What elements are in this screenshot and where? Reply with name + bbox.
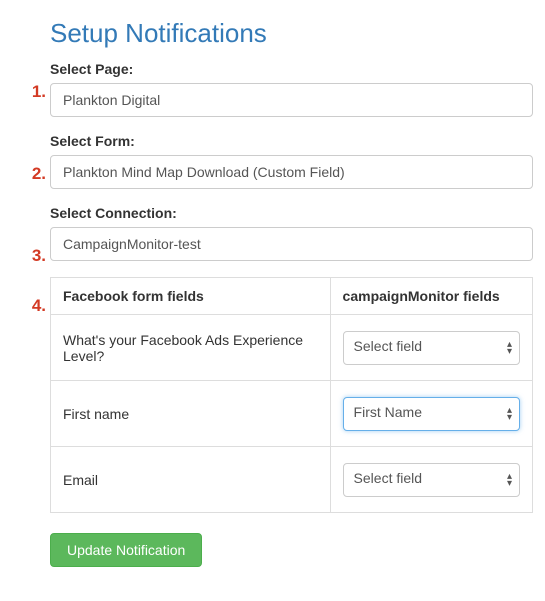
step-number-2: 2.	[20, 164, 46, 184]
table-header-facebook: Facebook form fields	[51, 278, 331, 315]
table-row: EmailSelect field▴▾	[51, 447, 533, 513]
table-header-campaignmonitor: campaignMonitor fields	[330, 278, 532, 315]
select-form-label: Select Form:	[50, 133, 533, 149]
facebook-field-cell: Email	[51, 447, 331, 513]
table-row: What's your Facebook Ads Experience Leve…	[51, 315, 533, 381]
facebook-field-cell: First name	[51, 381, 331, 447]
mapped-field-cell: Select field▴▾	[330, 315, 532, 381]
select-connection-input[interactable]	[50, 227, 533, 261]
select-page-label: Select Page:	[50, 61, 533, 77]
table-row: First nameFirst Name▴▾	[51, 381, 533, 447]
select-form-input[interactable]	[50, 155, 533, 189]
mapped-field-select[interactable]: Select field	[343, 463, 520, 497]
mapped-field-cell: Select field▴▾	[330, 447, 532, 513]
update-notification-button[interactable]: Update Notification	[50, 533, 202, 567]
field-mapping-table: Facebook form fields campaignMonitor fie…	[50, 277, 533, 513]
step-number-3: 3.	[20, 246, 46, 266]
select-connection-group: Select Connection:	[50, 205, 533, 261]
select-page-input[interactable]	[50, 83, 533, 117]
select-connection-label: Select Connection:	[50, 205, 533, 221]
step-number-1: 1.	[20, 82, 46, 102]
facebook-field-cell: What's your Facebook Ads Experience Leve…	[51, 315, 331, 381]
mapped-field-cell: First Name▴▾	[330, 381, 532, 447]
select-page-group: Select Page:	[50, 61, 533, 117]
select-form-group: Select Form:	[50, 133, 533, 189]
mapped-field-select[interactable]: First Name	[343, 397, 520, 431]
mapped-field-select[interactable]: Select field	[343, 331, 520, 365]
page-title: Setup Notifications	[50, 18, 533, 49]
step-number-4: 4.	[20, 296, 46, 316]
